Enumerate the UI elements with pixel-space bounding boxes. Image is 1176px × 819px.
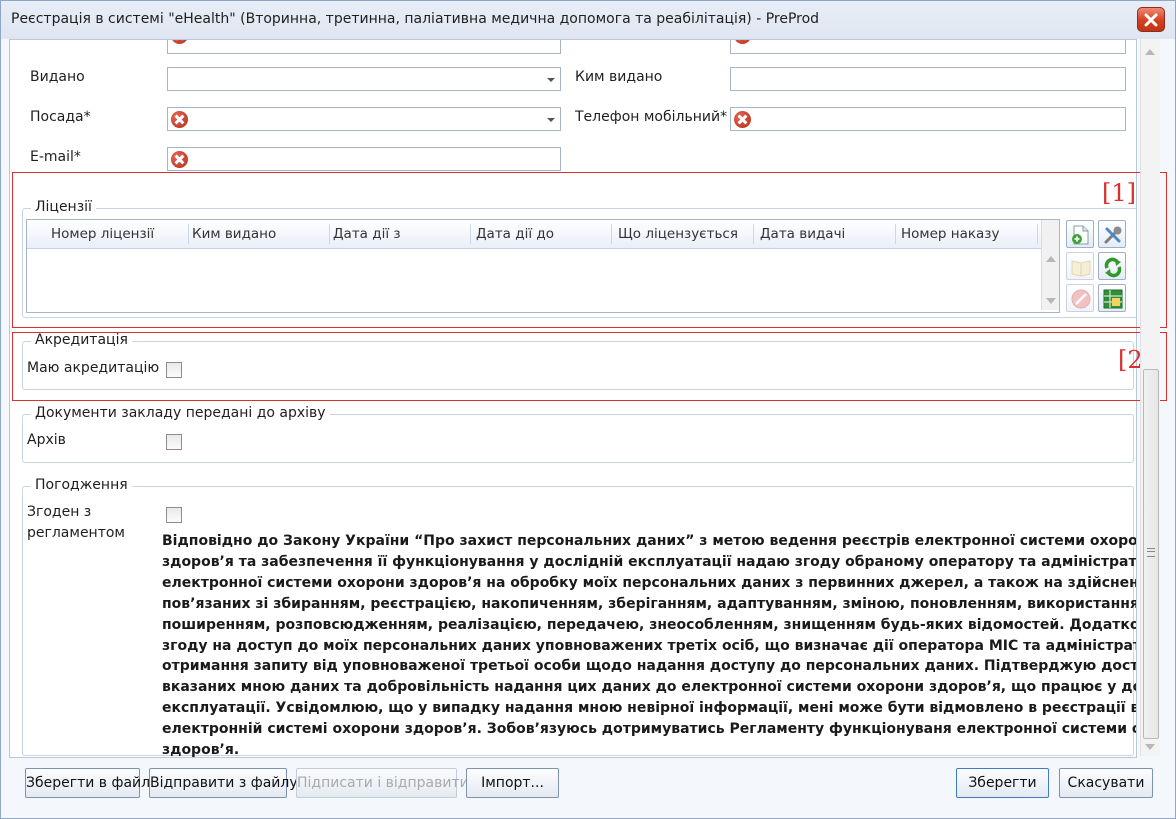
posada-combobox[interactable] xyxy=(167,107,561,131)
close-icon xyxy=(1144,13,1158,27)
cancel-button[interactable]: Скасувати xyxy=(1059,768,1153,798)
registration-window: Реєстрація в системі "eHealth" (Вторинна… xyxy=(0,0,1176,819)
consent-checkbox[interactable] xyxy=(166,507,182,523)
chevron-down-icon[interactable] xyxy=(547,78,555,82)
error-icon xyxy=(171,111,188,128)
main-scrollbar[interactable] xyxy=(1140,39,1160,756)
archive-group: Документи закладу передані до архіву xyxy=(22,405,1134,463)
annotation-box-1 xyxy=(12,172,1167,328)
close-button[interactable] xyxy=(1137,7,1165,32)
consent-text: Відповідно до Закону України “Про захист… xyxy=(162,533,1137,758)
chevron-down-icon[interactable] xyxy=(547,118,555,122)
email-field[interactable] xyxy=(167,147,561,171)
phone-field[interactable] xyxy=(730,107,1126,131)
passport-number-field[interactable] xyxy=(730,40,1126,54)
error-icon xyxy=(734,111,751,128)
kym-vydano-label: Ким видано xyxy=(575,69,663,85)
error-icon xyxy=(171,151,188,168)
sign-and-send-button[interactable]: Підписати і відправити xyxy=(296,768,469,798)
error-icon xyxy=(734,40,751,44)
passport-field[interactable] xyxy=(167,40,561,54)
window-title: Реєстрація в системі "eHealth" (Вторинна… xyxy=(11,11,820,27)
annotation-box-2 xyxy=(12,332,1167,401)
archive-title: Документи закладу передані до архіву xyxy=(31,405,330,421)
archive-label: Архів xyxy=(27,432,66,448)
consent-label: регламентом xyxy=(27,525,125,541)
archive-checkbox[interactable] xyxy=(166,434,182,450)
send-from-file-button[interactable]: Відправити з файлу xyxy=(149,768,298,798)
vydano-combobox[interactable] xyxy=(167,67,561,91)
phone-label: Телефон мобільний* xyxy=(575,109,728,125)
consent-label: Згоден з xyxy=(27,504,92,520)
import-button[interactable]: Імпорт... xyxy=(466,768,559,798)
consent-title: Погодження xyxy=(31,477,132,493)
email-label: E-mail* xyxy=(30,149,81,165)
scrollbar-thumb[interactable] xyxy=(1143,369,1159,739)
save-to-file-button[interactable]: Зберегти в файл xyxy=(25,768,150,798)
title-bar: Реєстрація в системі "eHealth" (Вторинна… xyxy=(1,1,1175,39)
posada-label: Посада* xyxy=(30,109,91,125)
error-icon xyxy=(171,40,188,44)
vydano-label: Видано xyxy=(30,69,85,85)
scroll-up-icon[interactable] xyxy=(1145,49,1155,55)
scroll-down-icon[interactable] xyxy=(1145,744,1155,750)
kym-vydano-field[interactable] xyxy=(730,67,1126,91)
save-button[interactable]: Зберегти xyxy=(956,768,1049,798)
annotation-label-1: [1] xyxy=(1102,179,1136,207)
